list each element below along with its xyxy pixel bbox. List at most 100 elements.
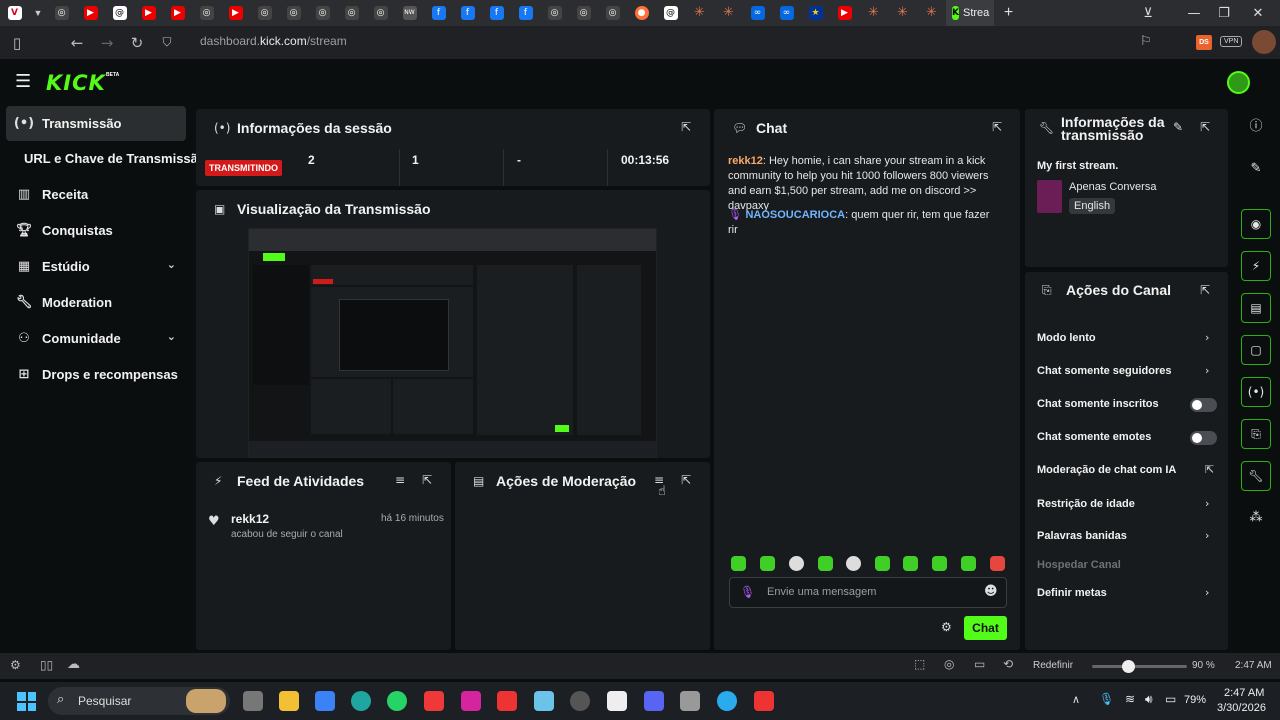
zoom-reset-label[interactable]: Redefinir — [1033, 660, 1073, 671]
chat-settings-icon[interactable]: ⚙ — [941, 620, 952, 634]
action-definir-metas[interactable]: Definir metas — [1037, 587, 1217, 599]
tab-meta[interactable]: ∞ — [743, 0, 772, 26]
chevron-right-icon[interactable]: › — [1205, 497, 1209, 510]
discord-icon[interactable] — [644, 691, 664, 711]
category-name[interactable]: Apenas Conversa — [1069, 181, 1156, 193]
chat-input[interactable]: 🎙︎ Envie uma mensagem ☻ — [729, 577, 1007, 608]
sidebar-item-url-chave[interactable]: URL e Chave de Transmissão — [24, 141, 204, 176]
more-options-icon[interactable]: ⁂ — [1241, 503, 1271, 533]
tab-dropdown-icon[interactable]: ▼ — [29, 0, 47, 26]
tray-expand-icon[interactable]: ∧ — [1072, 693, 1080, 706]
popout-icon[interactable]: ⇱ — [676, 117, 696, 137]
site-security-icon[interactable]: ⛉ — [152, 26, 182, 59]
emote-icon[interactable] — [932, 556, 947, 571]
tab-youtube[interactable]: ▶ — [221, 0, 250, 26]
vpn-badge[interactable]: VPN — [1220, 36, 1243, 47]
edge-icon[interactable] — [351, 691, 371, 711]
action-palavras-banidas[interactable]: Palavras banidas — [1037, 530, 1217, 542]
activity-user[interactable]: rekk12 — [231, 512, 269, 526]
tab-facebook[interactable]: f — [511, 0, 540, 26]
hamburger-menu-icon[interactable]: ☰ — [15, 71, 31, 92]
tab-chatgpt[interactable]: ◎ — [279, 0, 308, 26]
sidebar-item-receita[interactable]: ▥ Receita — [6, 177, 186, 212]
emote-icon[interactable] — [875, 556, 890, 571]
new-tab-button[interactable]: + — [994, 0, 1023, 26]
popout-icon[interactable]: ⇱ — [417, 470, 437, 490]
category-thumbnail[interactable] — [1037, 180, 1062, 213]
microphone-app-icon[interactable] — [680, 691, 700, 711]
tab-chatgpt[interactable]: ◎ — [337, 0, 366, 26]
battery-icon[interactable]: ▭ — [1165, 692, 1176, 706]
settings-gear-icon[interactable]: ⚙ — [10, 658, 21, 672]
tab-youtube[interactable]: ▶ — [830, 0, 859, 26]
wrench-icon[interactable]: 🔧︎ — [1241, 461, 1271, 491]
channel-actions-icon[interactable]: ⎘ — [1241, 419, 1271, 449]
screenshot-icon[interactable]: ⬚ — [914, 657, 925, 671]
emotes-only-toggle[interactable] — [1190, 431, 1217, 445]
sidebar-item-comunidade[interactable]: ⚇ Comunidade ⌄ — [6, 321, 186, 356]
profile-avatar[interactable] — [1252, 30, 1276, 54]
tiling-icon[interactable]: ▯▯ — [40, 658, 53, 672]
chevron-right-icon[interactable]: › — [1205, 586, 1209, 599]
tab-youtube[interactable]: ▶ — [134, 0, 163, 26]
emote-icon[interactable] — [961, 556, 976, 571]
tab-claude[interactable]: ✳ — [888, 0, 917, 26]
taskbar-date[interactable]: 3/30/2026 — [1217, 702, 1266, 714]
taskbar-time[interactable]: 2:47 AM — [1224, 687, 1264, 699]
back-button[interactable]: ← — [62, 26, 92, 59]
instagram-icon[interactable] — [461, 691, 481, 711]
emote-icon[interactable] — [789, 556, 804, 571]
user-avatar[interactable] — [1227, 71, 1250, 94]
tab-firefox[interactable]: ● — [627, 0, 656, 26]
sidebar-item-estudio[interactable]: ▦ Estúdio ⌄ — [6, 249, 186, 284]
tab-chatgpt[interactable]: ◎ — [308, 0, 337, 26]
document-app-icon[interactable] — [607, 691, 627, 711]
lightning-icon[interactable]: ⚡︎ — [1241, 251, 1271, 281]
taskbar-search[interactable]: ⌕ Pesquisar — [48, 687, 230, 715]
subs-only-toggle[interactable] — [1190, 398, 1217, 412]
tab-news[interactable]: NW — [395, 0, 424, 26]
tab-facebook[interactable]: f — [453, 0, 482, 26]
tab-chatgpt[interactable]: ◎ — [540, 0, 569, 26]
popout-icon[interactable]: ⇱ — [987, 117, 1007, 137]
stream-video-preview[interactable] — [248, 228, 657, 458]
action-restricao-idade[interactable]: Restrição de idade — [1037, 498, 1217, 510]
emote-icon[interactable] — [990, 556, 1005, 571]
tab-eu[interactable]: ★ — [801, 0, 830, 26]
chevron-right-icon[interactable]: › — [1205, 529, 1209, 542]
popout-icon[interactable]: ⇱ — [1195, 280, 1215, 300]
info-icon[interactable]: ⓘ — [1241, 112, 1271, 142]
panel-toggle-icon[interactable]: ▯ — [2, 26, 32, 59]
emote-icon[interactable] — [760, 556, 775, 571]
tab-chatgpt[interactable]: ◎ — [569, 0, 598, 26]
kick-logo[interactable]: KICK — [46, 71, 106, 95]
edit-pencil-icon[interactable]: ✎ — [1168, 117, 1188, 137]
tab-youtube[interactable]: ▶ — [76, 0, 105, 26]
tab-claude[interactable]: ✳ — [714, 0, 743, 26]
tab-chatgpt[interactable]: ◎ — [598, 0, 627, 26]
emoji-picker-icon[interactable]: ☻ — [984, 584, 998, 599]
chat-username[interactable]: NAOSOUCARIOCA — [745, 209, 845, 221]
whatsapp-icon[interactable] — [387, 691, 407, 711]
document-icon[interactable]: ▤ — [1241, 293, 1271, 323]
tab-chatgpt[interactable]: ◎ — [250, 0, 279, 26]
forward-button[interactable]: → — [92, 26, 122, 59]
sidebar-item-drops[interactable]: ⊞ Drops e recompensas — [6, 357, 186, 392]
action-ai-moderation[interactable]: Moderação de chat com IA — [1037, 464, 1217, 476]
tab-claude[interactable]: ✳ — [685, 0, 714, 26]
file-explorer-icon[interactable] — [279, 691, 299, 711]
sidebar-item-moderation[interactable]: 🔧︎ Moderation — [6, 285, 186, 320]
tab-chatgpt[interactable]: ◎ — [47, 0, 76, 26]
notes-icon[interactable] — [534, 691, 554, 711]
chat-username[interactable]: rekk12 — [728, 155, 763, 167]
tab-list-icon[interactable]: ⊻ — [1128, 0, 1168, 26]
zoom-slider-handle[interactable] — [1122, 660, 1135, 673]
chevron-right-icon[interactable]: › — [1205, 331, 1209, 344]
filter-icon[interactable]: ≡ — [390, 470, 410, 490]
chevron-right-icon[interactable]: › — [1205, 364, 1209, 377]
sidebar-item-conquistas[interactable]: 🏆︎ Conquistas — [6, 213, 186, 248]
volume-icon[interactable]: 🔊︎ — [1145, 692, 1153, 707]
popout-icon[interactable]: ⇱ — [1195, 117, 1215, 137]
telegram-icon[interactable] — [717, 691, 737, 711]
tab-claude[interactable]: ✳ — [859, 0, 888, 26]
